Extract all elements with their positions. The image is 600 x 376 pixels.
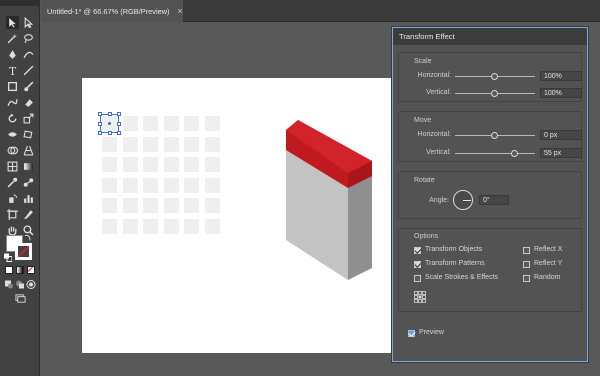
scale-horizontal-input[interactable]: 100% <box>540 71 582 81</box>
shape-builder-tool-icon[interactable] <box>6 144 19 157</box>
document-tab-title: Untitled-1* @ 66.67% (RGB/Preview) <box>47 6 170 16</box>
reference-point-locator-icon[interactable] <box>414 291 426 303</box>
scale-tool-icon[interactable] <box>22 112 35 125</box>
pen-tool-icon[interactable] <box>6 48 19 61</box>
gradient-tool-icon[interactable] <box>22 160 35 173</box>
default-fill-stroke-icon[interactable] <box>4 253 12 262</box>
tools-panel: T <box>0 0 40 376</box>
rotate-section: Rotate Angle: 0° <box>398 171 582 219</box>
shaper-tool-icon[interactable] <box>6 96 19 109</box>
selection-tool-icon[interactable] <box>6 16 19 29</box>
symbol-sprayer-tool-icon[interactable] <box>6 192 19 205</box>
free-transform-tool-icon[interactable] <box>22 128 35 141</box>
dialog-title[interactable]: Transform Effect <box>393 28 587 45</box>
scale-strokes-label: Scale Strokes & Effects <box>425 274 499 281</box>
lasso-tool-icon[interactable] <box>22 32 35 45</box>
draw-normal-icon[interactable] <box>4 279 14 289</box>
swap-fill-stroke-icon[interactable] <box>24 233 32 241</box>
draw-inside-icon[interactable] <box>26 279 36 289</box>
block-front-face <box>348 176 372 280</box>
screen-mode-icon[interactable] <box>14 293 26 303</box>
perspective-grid-tool-icon[interactable] <box>22 144 35 157</box>
options-label: Options <box>414 233 439 240</box>
extruded-block[interactable] <box>82 78 392 353</box>
scale-vertical-slider[interactable] <box>455 90 535 97</box>
tools-panel-header[interactable] <box>0 0 40 6</box>
paintbrush-tool-icon[interactable] <box>22 80 35 93</box>
direct-selection-tool-icon[interactable] <box>22 16 35 29</box>
none-mode-button[interactable] <box>27 266 35 274</box>
angle-dial-indicator <box>463 199 471 201</box>
scale-vertical-input[interactable]: 100% <box>540 88 582 98</box>
move-horizontal-slider[interactable] <box>455 132 535 139</box>
gradient-mode-button[interactable] <box>16 266 24 274</box>
transform-effect-dialog: Transform Effect Scale Horizontal: 100% … <box>392 27 588 362</box>
width-tool-icon[interactable] <box>6 128 19 141</box>
rectangle-tool-icon[interactable] <box>6 80 19 93</box>
move-label: Move <box>414 117 432 124</box>
stroke-color-swatch[interactable] <box>15 243 32 260</box>
magic-wand-tool-icon[interactable] <box>6 32 19 45</box>
close-tab-icon[interactable]: × <box>178 6 183 16</box>
angle-input[interactable]: 0° <box>479 195 509 205</box>
move-vertical-input[interactable]: 55 px <box>540 148 582 158</box>
scale-horizontal-knob[interactable] <box>491 73 498 80</box>
move-horizontal-input[interactable]: 0 px <box>540 130 582 140</box>
options-section: Options Transform Objects Transform Patt… <box>398 228 582 312</box>
eraser-tool-icon[interactable] <box>22 96 35 109</box>
scale-vertical-knob[interactable] <box>491 90 498 97</box>
scale-strokes-checkbox[interactable] <box>414 275 421 282</box>
reflect-x-checkbox[interactable] <box>523 247 530 254</box>
column-graph-tool-icon[interactable] <box>22 192 35 205</box>
move-section: Move Horizontal: 0 px Vertical: 55 px <box>398 111 582 162</box>
artboard-tool-icon[interactable] <box>6 208 19 221</box>
reflect-x-label: Reflect X <box>534 246 563 253</box>
transform-patterns-checkbox[interactable] <box>414 261 421 268</box>
move-vertical-label: Vertical: <box>426 149 451 156</box>
type-tool-icon[interactable]: T <box>6 64 19 77</box>
random-label: Random <box>534 274 561 281</box>
move-vertical-knob[interactable] <box>511 150 518 157</box>
document-tab-bar: Untitled-1* @ 66.67% (RGB/Preview) × <box>41 0 600 22</box>
rotate-label: Rotate <box>414 177 435 184</box>
move-horizontal-label: Horizontal: <box>417 131 451 138</box>
reflect-y-checkbox[interactable] <box>523 261 530 268</box>
angle-label: Angle: <box>429 197 449 204</box>
color-mode-button[interactable] <box>5 266 13 274</box>
document-tab[interactable]: Untitled-1* @ 66.67% (RGB/Preview) × <box>41 0 183 22</box>
transform-objects-label: Transform Objects <box>425 246 483 253</box>
line-segment-tool-icon[interactable] <box>22 64 35 77</box>
curvature-tool-icon[interactable] <box>22 48 35 61</box>
reflect-y-label: Reflect Y <box>534 260 563 267</box>
move-horizontal-knob[interactable] <box>491 132 498 139</box>
scale-horizontal-slider[interactable] <box>455 73 535 80</box>
transform-patterns-label: Transform Patterns <box>425 260 485 267</box>
scale-vertical-label: Vertical: <box>426 89 451 96</box>
scale-section: Scale Horizontal: 100% Vertical: 100% <box>398 52 582 102</box>
transform-objects-checkbox[interactable] <box>414 247 421 254</box>
artboard[interactable] <box>82 78 392 353</box>
draw-behind-icon[interactable] <box>15 279 25 289</box>
angle-dial[interactable] <box>453 190 473 210</box>
preview-label: Preview <box>419 329 444 336</box>
svg-text:T: T <box>9 65 17 76</box>
move-vertical-slider[interactable] <box>455 150 535 157</box>
scale-horizontal-label: Horizontal: <box>417 72 451 79</box>
preview-checkbox[interactable] <box>408 330 415 337</box>
rotate-tool-icon[interactable] <box>6 112 19 125</box>
eyedropper-tool-icon[interactable] <box>6 176 19 189</box>
mesh-tool-icon[interactable] <box>6 160 19 173</box>
scale-label: Scale <box>414 58 432 65</box>
slice-tool-icon[interactable] <box>22 208 35 221</box>
blend-tool-icon[interactable] <box>22 176 35 189</box>
random-checkbox[interactable] <box>523 275 530 282</box>
